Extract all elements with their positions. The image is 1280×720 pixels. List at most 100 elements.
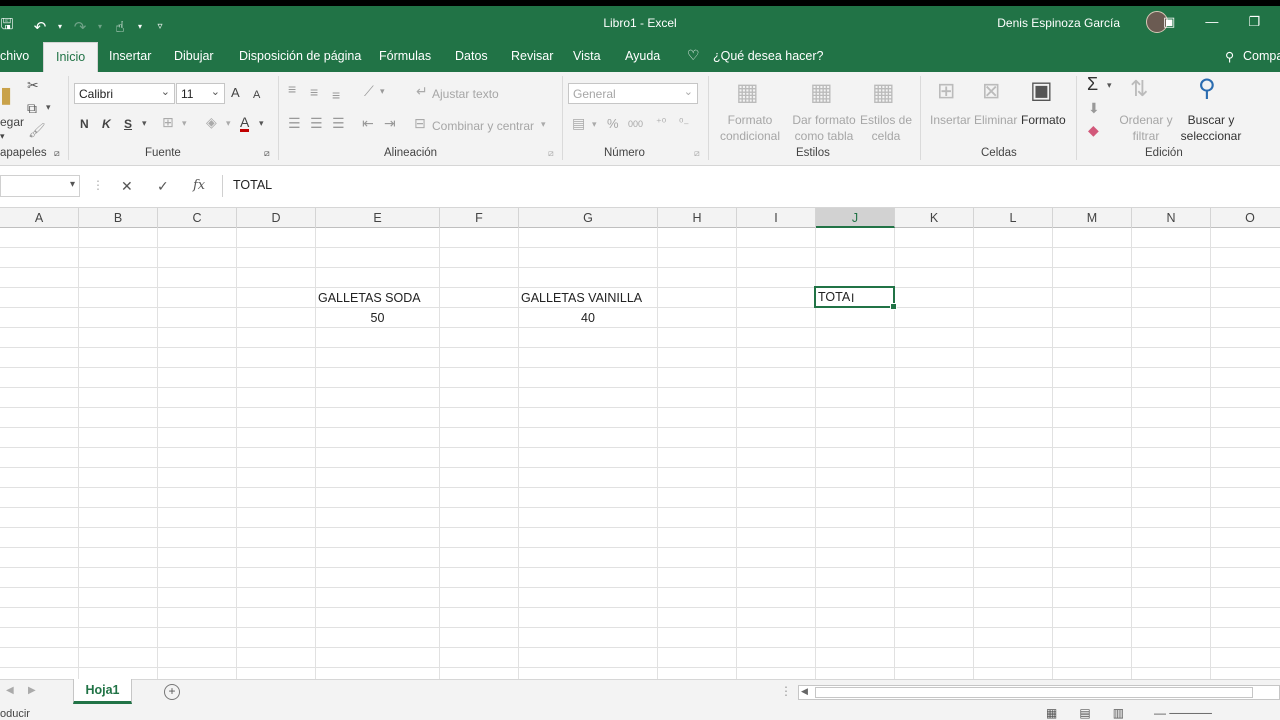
restore-icon[interactable]: ❐ [1248, 14, 1260, 30]
number-launcher-icon[interactable]: ⧄ [694, 148, 700, 159]
insert-cells-button[interactable]: Insertar [930, 112, 971, 128]
copy-dropdown-icon[interactable]: ▾ [46, 102, 51, 113]
bold-button[interactable]: N [80, 116, 89, 132]
column-header-i[interactable]: I [737, 208, 816, 228]
column-header-o[interactable]: O [1211, 208, 1280, 228]
zoom-slider[interactable]: — ───── [1154, 706, 1212, 720]
column-header-l[interactable]: L [974, 208, 1053, 228]
find-icon[interactable]: ⚲ [1198, 74, 1216, 103]
font-size-select[interactable]: 11 ⌄ [176, 83, 225, 104]
fill-icon[interactable]: ⬇ [1088, 100, 1100, 117]
italic-button[interactable]: K [102, 116, 111, 132]
shrink-font-button[interactable]: A [253, 87, 260, 103]
ribbon-display-icon[interactable]: ▣ [1163, 14, 1175, 30]
delete-cells-button[interactable]: Eliminar [974, 112, 1017, 128]
cancel-entry-icon[interactable]: ✕ [121, 178, 133, 195]
tab-insertar[interactable]: Insertar [109, 49, 151, 63]
insert-function-icon[interactable]: fx [193, 178, 205, 193]
grow-font-button[interactable]: A [231, 85, 240, 101]
name-box[interactable]: ▾ [0, 175, 80, 197]
decrease-decimal-icon[interactable]: ⁰₋ [679, 116, 689, 129]
confirm-entry-icon[interactable]: ✓ [157, 178, 169, 195]
percent-button[interactable]: % [607, 116, 619, 132]
fill-dropdown-icon[interactable]: ▾ [226, 118, 231, 129]
column-header-m[interactable]: M [1053, 208, 1132, 228]
column-header-n[interactable]: N [1132, 208, 1211, 228]
borders-dropdown-icon[interactable]: ▾ [182, 118, 187, 129]
page-layout-view-icon[interactable]: ▤ [1079, 706, 1090, 720]
sheet-tab-hoja1[interactable]: Hoja1 [73, 679, 132, 704]
increase-decimal-icon[interactable]: ⁺⁰ [656, 116, 666, 129]
format-painter-icon[interactable]: 🖌 [28, 122, 46, 139]
tab-datos[interactable]: Datos [455, 49, 488, 63]
orientation-dropdown-icon[interactable]: ▾ [380, 86, 385, 97]
merge-icon[interactable]: ⊟ [414, 115, 426, 132]
format-as-table-icon[interactable]: ▦ [810, 78, 833, 107]
tab-revisar[interactable]: Revisar [511, 49, 553, 63]
merge-center-button[interactable]: Combinar y centrar [432, 118, 534, 134]
cell-e4[interactable]: GALLETAS SODA [318, 288, 421, 308]
column-header-d[interactable]: D [237, 208, 316, 228]
number-format-select[interactable]: General ⌄ [568, 83, 698, 104]
horizontal-scrollbar[interactable]: ◀ [798, 685, 1280, 700]
column-header-k[interactable]: K [895, 208, 974, 228]
wrap-text-icon[interactable]: ↵ [416, 83, 428, 100]
tell-me-search[interactable]: ¿Qué desea hacer? [713, 49, 824, 63]
tab-archivo[interactable]: chivo [0, 49, 29, 63]
cell-e5[interactable]: 50 [316, 308, 439, 328]
cell-styles-icon[interactable]: ▦ [872, 78, 895, 107]
paste-dropdown-icon[interactable]: ▾ [0, 128, 5, 144]
next-sheet-icon[interactable]: ▶ [28, 685, 36, 696]
active-cell-j4[interactable]: TOTA [814, 286, 897, 310]
format-as-table-button[interactable]: Dar formato como tabla [788, 112, 860, 144]
sort-filter-icon[interactable]: ⇅ [1130, 76, 1148, 102]
wrap-text-button[interactable]: Ajustar texto [432, 86, 499, 102]
cut-icon[interactable]: ✂ [27, 77, 39, 94]
scroll-left-icon[interactable]: ◀ [801, 686, 808, 697]
align-top-icon[interactable]: ≡ [288, 81, 296, 97]
worksheet-grid[interactable]: GALLETAS SODA GALLETAS VAINILLA 50 40 TO… [0, 228, 1280, 679]
tab-formulas[interactable]: Fórmulas [379, 49, 431, 63]
cell-g4[interactable]: GALLETAS VAINILLA [521, 288, 642, 308]
copy-icon[interactable]: ⧉ [27, 100, 37, 117]
column-header-b[interactable]: B [79, 208, 158, 228]
align-right-icon[interactable]: ☰ [332, 115, 345, 132]
tab-inicio[interactable]: Inicio [43, 42, 99, 72]
font-color-button[interactable]: A [240, 115, 250, 132]
minimize-icon[interactable]: — [1205, 14, 1218, 30]
font-launcher-icon[interactable]: ⧄ [264, 148, 270, 159]
align-center-icon[interactable]: ☰ [310, 115, 323, 132]
orientation-icon[interactable]: ⟋ [364, 83, 374, 100]
tab-disposicion[interactable]: Disposición de página [239, 49, 361, 63]
autosum-icon[interactable]: Σ [1087, 74, 1098, 95]
column-header-g[interactable]: G [519, 208, 658, 228]
scroll-thumb[interactable] [815, 687, 1253, 698]
autosum-dropdown-icon[interactable]: ▾ [1107, 80, 1112, 91]
cell-styles-button[interactable]: Estilos de celda [858, 112, 914, 144]
tab-dibujar[interactable]: Dibujar [174, 49, 214, 63]
decrease-indent-icon[interactable]: ⇤ [362, 115, 374, 132]
page-break-view-icon[interactable]: ▥ [1113, 706, 1124, 720]
increase-indent-icon[interactable]: ⇥ [384, 115, 396, 132]
borders-icon[interactable]: ⊞ [162, 114, 174, 131]
user-name[interactable]: Denis Espinoza García [997, 16, 1120, 30]
fill-color-icon[interactable]: ◈ [206, 114, 217, 131]
thousands-button[interactable]: 000 [628, 116, 643, 132]
accounting-icon[interactable]: ▤ [572, 115, 585, 132]
column-header-j[interactable]: J [816, 208, 895, 228]
underline-button[interactable]: S [124, 116, 132, 132]
underline-dropdown-icon[interactable]: ▾ [142, 118, 147, 129]
align-bottom-icon[interactable]: ≡ [332, 87, 340, 103]
normal-view-icon[interactable]: ▦ [1046, 706, 1057, 720]
cell-g5[interactable]: 40 [519, 308, 657, 328]
conditional-format-icon[interactable]: ▦ [736, 78, 759, 107]
column-header-c[interactable]: C [158, 208, 237, 228]
clear-icon[interactable]: ◆ [1088, 122, 1099, 139]
formula-input[interactable]: TOTAL [222, 175, 1280, 197]
align-left-icon[interactable]: ☰ [288, 115, 301, 132]
column-header-a[interactable]: A [0, 208, 79, 228]
find-select-button[interactable]: Buscar y seleccionar [1174, 112, 1248, 144]
align-middle-icon[interactable]: ≡ [310, 84, 318, 100]
prev-sheet-icon[interactable]: ◀ [6, 685, 14, 696]
lightbulb-icon[interactable]: ♡ [687, 47, 700, 64]
